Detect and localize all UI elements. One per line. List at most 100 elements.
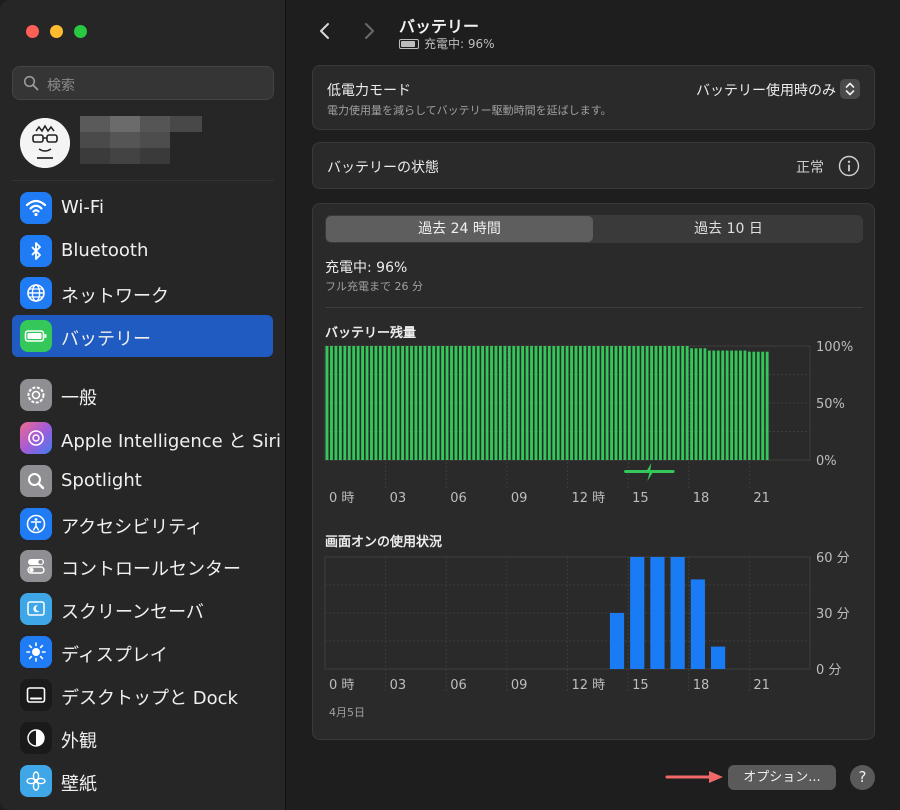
screensaver-icon	[20, 593, 52, 625]
battery-level-bar	[654, 346, 658, 460]
y-tick-label: 50%	[816, 397, 845, 412]
x-tick-label: 03	[390, 491, 407, 506]
sidebar-item-label: 壁紙	[61, 774, 97, 795]
battery-level-bar	[378, 346, 382, 460]
battery-level-bar	[543, 346, 547, 460]
screen-usage-bar	[650, 557, 665, 669]
time-range-segmented-control: 過去 24 時間 過去 10 日	[325, 215, 863, 243]
appearance-icon	[20, 722, 52, 754]
battery-level-bar	[676, 346, 680, 460]
battery-level-bar	[432, 346, 436, 460]
battery-level-bar	[707, 350, 711, 460]
sidebar-item-label: バッテリー	[61, 329, 151, 350]
system-settings-window: 検索 Wi-Fi Bluetooth ネットワーク バッテリー 一般 Apple…	[0, 0, 900, 810]
options-button[interactable]: オプション...	[728, 765, 836, 790]
battery-level-bar	[374, 346, 378, 460]
sidebar-item-battery[interactable]: バッテリー	[12, 315, 273, 357]
battery-level-bar	[690, 348, 694, 460]
y-tick-label: 0 分	[816, 663, 841, 678]
magnifier-icon	[20, 465, 52, 497]
dock-icon	[20, 679, 52, 711]
sidebar-item-network[interactable]: ネットワーク	[12, 272, 273, 314]
sidebar-item-label: Apple Intelligence と Siri	[61, 431, 281, 452]
sidebar-item-spotlight[interactable]: Spotlight	[12, 460, 273, 502]
close-window-button[interactable]	[26, 25, 39, 38]
battery-level-bar	[458, 346, 462, 460]
battery-level-bar	[703, 348, 707, 460]
help-button[interactable]: ?	[850, 765, 875, 790]
battery-level-bar	[427, 346, 431, 460]
back-button[interactable]	[314, 20, 336, 42]
sidebar-item-appearance[interactable]: 外観	[12, 717, 273, 759]
tab-last-10-days[interactable]: 過去 10 日	[595, 216, 862, 242]
battery-level-bar	[521, 346, 525, 460]
battery-level-bar	[765, 351, 769, 460]
x-tick-label: 09	[511, 491, 528, 506]
sidebar-item-general[interactable]: 一般	[12, 374, 273, 416]
y-tick-label: 60 分	[816, 551, 850, 566]
battery-level-bar	[365, 346, 369, 460]
battery-level-bar	[405, 346, 409, 460]
search-input[interactable]: 検索	[12, 66, 274, 100]
forward-button[interactable]	[358, 20, 380, 42]
gear-icon	[20, 379, 52, 411]
battery-level-bar	[583, 346, 587, 460]
zoom-window-button[interactable]	[74, 25, 87, 38]
battery-level-bar	[423, 346, 427, 460]
battery-level-bar	[725, 350, 729, 460]
battery-level-bar	[494, 346, 498, 460]
sidebar-item-accessibility[interactable]: アクセシビリティ	[12, 503, 273, 545]
low-power-select-button[interactable]	[840, 79, 860, 99]
chevron-up-down-icon	[845, 82, 855, 96]
battery-level-bar	[672, 346, 676, 460]
battery-level-bar	[334, 346, 338, 460]
bluetooth-icon	[20, 235, 52, 267]
battery-level-bar	[730, 350, 734, 460]
sidebar-item-screen-saver[interactable]: スクリーンセーバ	[12, 588, 273, 630]
flower-icon	[20, 765, 52, 797]
battery-level-bar	[623, 346, 627, 460]
main-pane: バッテリー 充電中: 96% 低電力モード 電力使用量を減らしてバッテリー駆動時…	[287, 0, 900, 810]
charge-percentage: 充電中: 96%	[424, 37, 495, 51]
screen-usage-chart-title: 画面オンの使用状況	[325, 535, 443, 550]
low-power-select-value[interactable]: バッテリー使用時のみ	[696, 80, 836, 100]
sidebar-item-wifi[interactable]: Wi-Fi	[12, 187, 273, 229]
info-icon[interactable]	[838, 155, 860, 177]
x-tick-label: 09	[511, 678, 528, 693]
battery-health-row: バッテリーの状態 正常	[312, 142, 875, 189]
sidebar-item-displays[interactable]: ディスプレイ	[12, 631, 273, 673]
screen-usage-bar	[609, 613, 625, 669]
battery-level-bar	[659, 346, 662, 460]
annotation-arrow	[665, 771, 723, 783]
battery-level-bar	[685, 346, 689, 460]
battery-level-chart: 100% 50% 0% 0 時 03 06 09 12 時 15 18 21	[324, 340, 853, 506]
sidebar-item-bluetooth[interactable]: Bluetooth	[12, 230, 273, 272]
x-tick-label: 03	[390, 678, 407, 693]
sidebar-item-label: 外観	[61, 731, 97, 752]
battery-level-bar	[739, 350, 742, 460]
battery-level-bar	[392, 346, 396, 460]
screen-usage-bar	[670, 557, 685, 669]
tab-last-24-hours[interactable]: 過去 24 時間	[326, 216, 593, 242]
sidebar-item-desktop-dock[interactable]: デスクトップと Dock	[12, 674, 273, 716]
minimize-window-button[interactable]	[50, 25, 63, 38]
battery-level-bar	[547, 346, 551, 460]
x-tick-label: 15	[632, 491, 649, 506]
sidebar-item-apple-intelligence-siri[interactable]: Apple Intelligence と Siri	[12, 417, 281, 459]
battery-level-bar	[734, 350, 738, 460]
battery-level-bar	[556, 346, 560, 460]
battery-level-bar	[445, 346, 449, 460]
page-title: バッテリー	[399, 17, 480, 36]
battery-level-bar	[330, 346, 333, 460]
user-account[interactable]	[18, 116, 278, 170]
battery-level-bar	[610, 346, 613, 460]
battery-level-bar	[467, 346, 471, 460]
battery-level-bar	[712, 350, 716, 460]
battery-level-bar	[663, 346, 667, 460]
battery-level-bar	[627, 346, 631, 460]
sidebar-item-control-center[interactable]: コントロールセンター	[12, 545, 273, 587]
screen-usage-bar	[690, 579, 705, 669]
sidebar-item-wallpaper[interactable]: 壁紙	[12, 760, 273, 802]
battery-level-bar	[525, 346, 529, 460]
battery-level-bar	[681, 346, 685, 460]
